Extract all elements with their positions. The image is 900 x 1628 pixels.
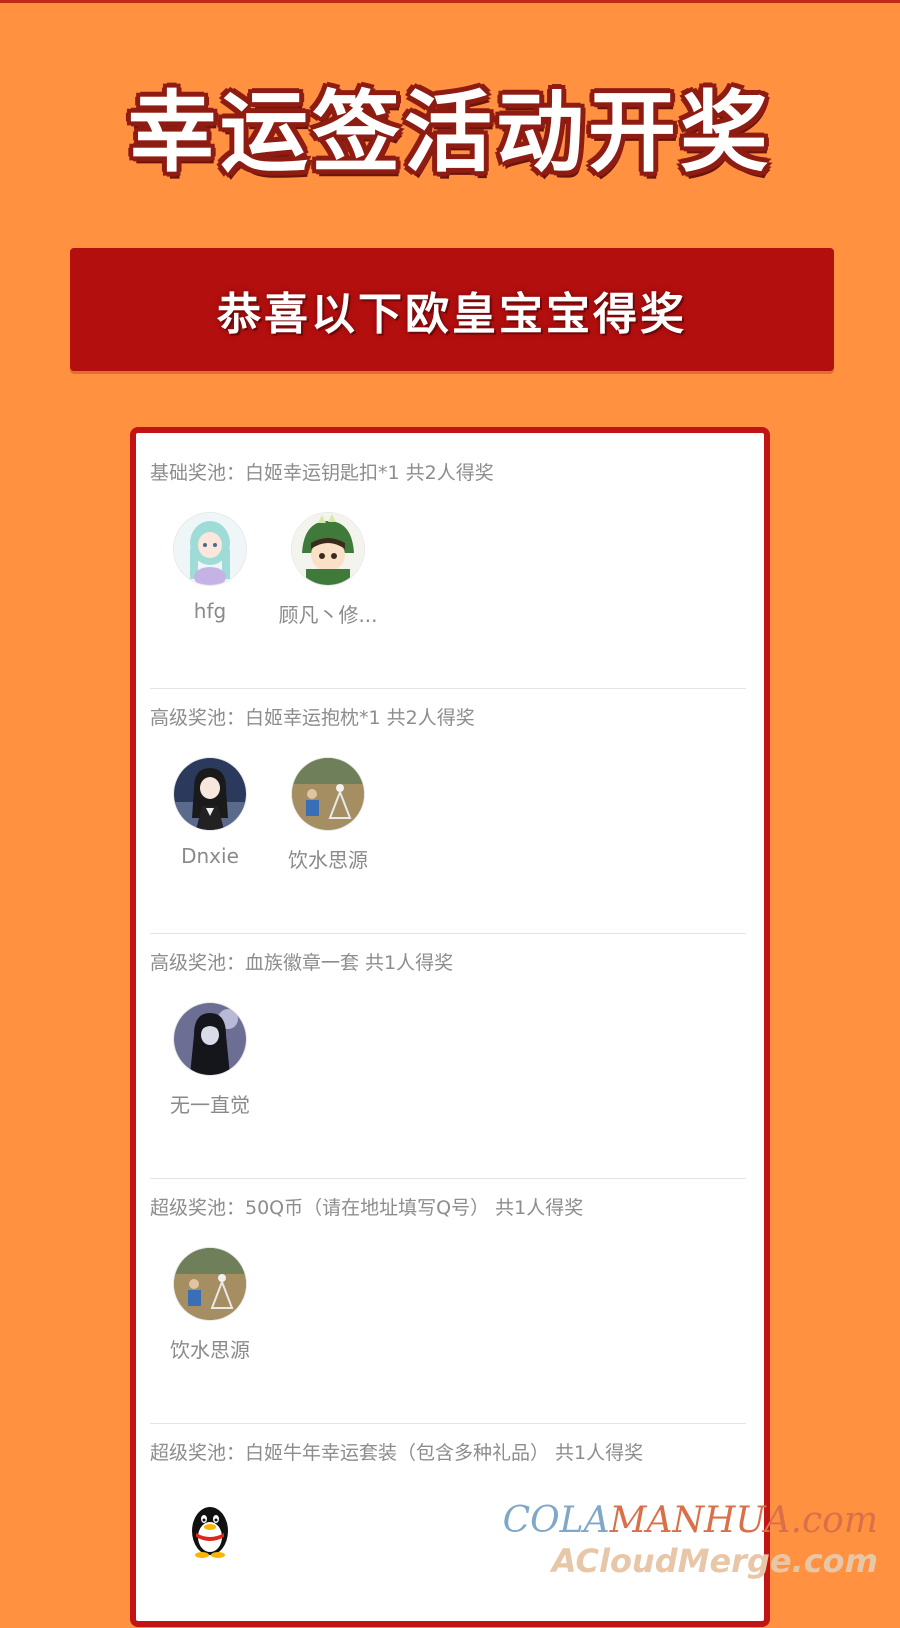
prize-section-title: 超级奖池：50Q币（请在地址填写Q号） 共1人得奖 xyxy=(150,1197,584,1219)
winner-name: 顾凡丶修... xyxy=(278,603,378,627)
prize-section: 高级奖池：血族徽章一套 共1人得奖 无一直觉 xyxy=(150,948,746,1184)
prize-section-title: 高级奖池：白姬幸运抱枕*1 共2人得奖 xyxy=(150,707,475,729)
watermark-manhua: MANHUA.com xyxy=(609,1500,878,1541)
winner-name: hfg xyxy=(193,599,227,623)
winners-panel: 基础奖池：白姬幸运钥匙扣*1 共2人得奖 hfg 顾凡丶修... 高级奖池：白姬… xyxy=(130,427,770,1627)
prize-section: 高级奖池：白姬幸运抱枕*1 共2人得奖 Dnxie 饮水思源 xyxy=(150,703,746,939)
prize-section-title: 基础奖池：白姬幸运钥匙扣*1 共2人得奖 xyxy=(150,462,494,484)
section-divider xyxy=(150,688,746,689)
congrats-banner-text: 恭喜以下欧皇宝宝得奖 xyxy=(217,288,687,340)
page-headline: 幸运签活动开奖 xyxy=(127,81,772,184)
anime-girl-avatar-icon[interactable] xyxy=(174,513,246,585)
winner-item[interactable]: hfg xyxy=(150,513,270,623)
top-border-line xyxy=(0,0,900,3)
winner-item[interactable]: 无一直觉 xyxy=(150,1003,270,1118)
winner-name: Dnxie xyxy=(181,844,239,868)
watermark-line-2: ACloudMerge.com xyxy=(551,1542,878,1580)
prize-section: 基础奖池：白姬幸运钥匙扣*1 共2人得奖 hfg 顾凡丶修... xyxy=(150,458,746,694)
qq-penguin-icon[interactable] xyxy=(174,1493,246,1565)
winner-name: 饮水思源 xyxy=(288,848,368,872)
section-divider xyxy=(150,1423,746,1424)
winner-item[interactable]: 顾凡丶修... xyxy=(268,513,388,628)
winner-item[interactable] xyxy=(150,1493,270,1579)
winner-name: 无一直觉 xyxy=(170,1093,250,1117)
anime-character-avatar-icon[interactable] xyxy=(174,758,246,830)
dinosaur-hood-avatar-icon[interactable] xyxy=(292,513,364,585)
watermark-cola: COLA xyxy=(502,1500,610,1541)
prize-section-title: 超级奖池：白姬牛年幸运套装（包含多种礼品） 共1人得奖 xyxy=(150,1442,644,1464)
dark-figure-avatar-icon[interactable] xyxy=(174,1003,246,1075)
winner-item[interactable]: Dnxie xyxy=(150,758,270,868)
photo-avatar-icon[interactable] xyxy=(292,758,364,830)
watermark: COLAMANHUA.com ACloudMerge.com xyxy=(498,1500,878,1580)
prize-section: 超级奖池：50Q币（请在地址填写Q号） 共1人得奖 饮水思源 xyxy=(150,1193,746,1429)
section-divider xyxy=(150,1178,746,1179)
watermark-line-1: COLAMANHUA.com xyxy=(498,1500,878,1542)
congrats-banner: 恭喜以下欧皇宝宝得奖 xyxy=(70,248,834,371)
prize-section-title: 高级奖池：血族徽章一套 共1人得奖 xyxy=(150,952,454,974)
winner-item[interactable]: 饮水思源 xyxy=(150,1248,270,1363)
winner-item[interactable]: 饮水思源 xyxy=(268,758,388,873)
section-divider xyxy=(150,933,746,934)
winner-name: 饮水思源 xyxy=(170,1338,250,1362)
photo-avatar-icon[interactable] xyxy=(174,1248,246,1320)
